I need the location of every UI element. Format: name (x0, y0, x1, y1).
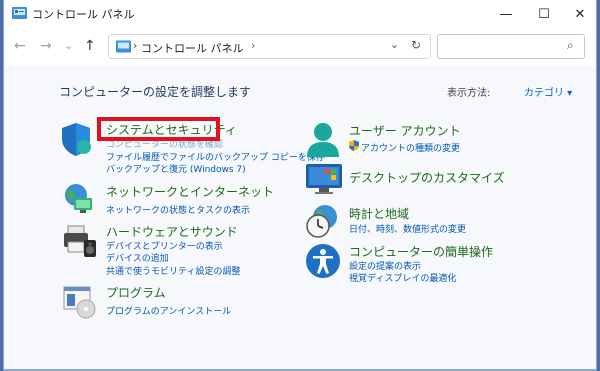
link-network-status[interactable]: ネットワークの状態とタスクの表示 (106, 203, 250, 216)
clock-globe-icon[interactable] (305, 203, 341, 239)
view-by-dropdown[interactable]: カテゴリ ▾ (524, 84, 572, 99)
category-ease-of-access[interactable]: コンピューターの簡単操作 (349, 243, 493, 260)
link-mobility-settings[interactable]: 共通で使うモビリティ設定の調整 (106, 264, 240, 277)
accessibility-icon[interactable] (305, 243, 341, 279)
address-dropdown-button[interactable]: ⌄ (390, 38, 399, 51)
user-accounts-icon[interactable] (305, 121, 341, 159)
content-area: コンピューターの設定を調整します 表示方法: カテゴリ ▾ (4, 66, 596, 371)
link-change-account-type[interactable]: アカウントの種類の変更 (361, 141, 460, 154)
control-panel-icon (116, 40, 131, 53)
link-optimize-visual-display[interactable]: 視覚ディスプレイの最適化 (349, 271, 456, 284)
address-bar[interactable]: › コントロール パネル › ⌄ ↻ (108, 34, 431, 59)
maximize-button[interactable]: ☐ (526, 0, 562, 28)
category-programs[interactable]: プログラム (106, 284, 166, 301)
title-bar: コントロール パネル — ☐ ✕ (4, 0, 596, 28)
programs-icon[interactable] (62, 285, 98, 319)
link-backup-restore[interactable]: バックアップと復元 (Windows 7) (106, 162, 246, 175)
desktop-monitor-icon[interactable] (305, 163, 343, 195)
recent-locations-button[interactable]: ⌄ (64, 39, 73, 52)
highlight-box (97, 117, 220, 141)
minimize-button[interactable]: — (488, 0, 524, 28)
category-hardware-sound[interactable]: ハードウェアとサウンド (106, 223, 238, 240)
category-user-accounts[interactable]: ユーザー アカウント (349, 122, 461, 139)
category-clock-region[interactable]: 時計と地域 (349, 205, 409, 222)
window-title: コントロール パネル (32, 8, 135, 21)
page-heading: コンピューターの設定を調整します (59, 85, 252, 99)
breadcrumb-control-panel[interactable]: コントロール パネル (141, 40, 244, 56)
navigation-bar: ← → ⌄ ↑ › コントロール パネル › ⌄ ↻ ⌕ (4, 28, 596, 66)
shield-icon[interactable] (58, 121, 94, 157)
uac-shield-icon (349, 140, 359, 151)
breadcrumb-separator[interactable]: › (133, 39, 137, 52)
printer-speaker-icon[interactable] (62, 224, 98, 258)
search-box[interactable]: ⌕ (437, 34, 585, 59)
refresh-button[interactable]: ↻ (411, 38, 421, 52)
network-globe-icon[interactable] (62, 181, 96, 215)
link-date-time-format[interactable]: 日付、時刻、数値形式の変更 (349, 222, 466, 235)
search-icon[interactable]: ⌕ (567, 38, 574, 53)
view-by-label: 表示方法: (447, 88, 491, 99)
breadcrumb-separator[interactable]: › (251, 39, 255, 52)
category-desktop-customization[interactable]: デスクトップのカスタマイズ (349, 169, 505, 186)
control-panel-icon (12, 7, 27, 19)
close-button[interactable]: ✕ (562, 0, 598, 28)
link-uninstall-program[interactable]: プログラムのアンインストール (106, 304, 231, 317)
category-network-internet[interactable]: ネットワークとインターネット (106, 183, 274, 200)
forward-button[interactable]: → (40, 38, 52, 54)
up-button[interactable]: ↑ (84, 38, 96, 54)
search-input[interactable] (442, 38, 561, 56)
link-add-device[interactable]: デバイスの追加 (106, 251, 169, 264)
control-panel-window: コントロール パネル — ☐ ✕ ← → ⌄ ↑ › コントロール パネル › … (3, 0, 597, 371)
back-button[interactable]: ← (14, 38, 26, 54)
